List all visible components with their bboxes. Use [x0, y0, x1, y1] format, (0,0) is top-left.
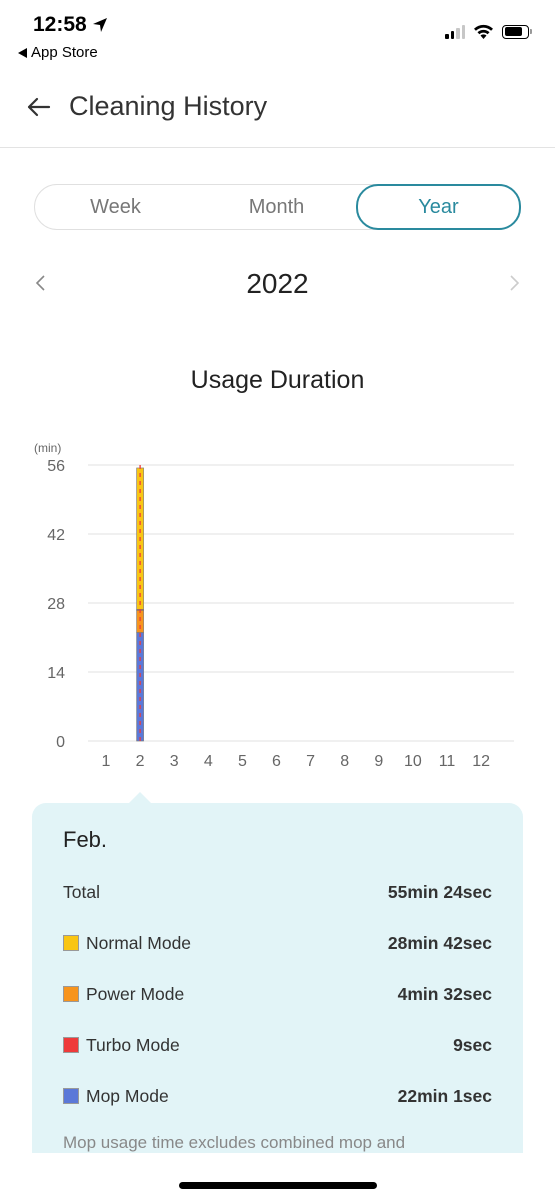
status-bar: 12:58 App Store: [0, 0, 555, 70]
x-tick-label: 10: [404, 753, 422, 770]
tooltip-row-label-group: Power Mode: [63, 984, 184, 1005]
time-text: 12:58: [33, 13, 87, 36]
tab-week[interactable]: Week: [35, 185, 196, 229]
chart-title: Usage Duration: [190, 366, 365, 394]
tab-year[interactable]: Year: [356, 184, 521, 230]
y-tick-label: 14: [47, 665, 65, 682]
status-icons: [445, 24, 532, 39]
period-navigator: 2022: [0, 262, 555, 310]
legend-swatch: [63, 935, 79, 951]
page-title: Cleaning History: [69, 91, 268, 121]
x-tick-label: 12: [472, 753, 490, 770]
chevron-right-icon[interactable]: [509, 272, 521, 294]
x-tick-label: 3: [170, 753, 179, 770]
legend-swatch: [63, 1037, 79, 1053]
usage-duration-chart: (min)0142842561 2 3 4 5 6 7 8 9 10 11 12: [34, 441, 514, 770]
tooltip-row-label-group: Mop Mode: [63, 1086, 169, 1107]
tooltip-row: Mop Mode 22min 1sec: [63, 1083, 492, 1109]
tooltip-row-label-group: Normal Mode: [63, 933, 191, 954]
x-tick-label: 8: [340, 753, 349, 770]
y-tick-label: 42: [47, 527, 65, 544]
tooltip-row-label: Mop Mode: [86, 1085, 169, 1106]
period-label: 2022: [246, 268, 309, 299]
back-triangle-icon: [18, 47, 27, 58]
tooltip-row: Normal Mode 28min 42sec: [63, 930, 492, 956]
tooltip-note: Mop usage time excludes combined mop and: [63, 1133, 406, 1152]
tooltip-row-value: 55min 24sec: [387, 881, 492, 902]
legend-swatch: [63, 986, 79, 1002]
tooltip-row: Power Mode 4min 32sec: [63, 981, 492, 1007]
y-tick-label: 28: [47, 596, 65, 613]
tooltip-row-value: 4min 32sec: [397, 983, 492, 1004]
tooltip-row-label: Normal Mode: [86, 932, 192, 953]
tooltip-row-value: 9sec: [453, 1034, 492, 1055]
x-tick-label: 1: [102, 753, 111, 770]
nav-bar: Cleaning History: [0, 80, 555, 148]
tooltip-pointer: [129, 792, 151, 803]
tooltip-row-label: Power Mode: [86, 983, 185, 1004]
x-tick-label: 7: [306, 753, 315, 770]
wifi-icon: [474, 24, 493, 39]
tooltip-row-value: 28min 42sec: [387, 932, 492, 953]
arrow-left-icon[interactable]: [24, 92, 54, 122]
tooltip-month: Feb.: [63, 827, 108, 852]
y-tick-label: 0: [56, 734, 65, 751]
back-to-app-store-link[interactable]: App Store: [18, 44, 98, 61]
tab-month[interactable]: Month: [196, 185, 357, 229]
battery-icon: [502, 24, 532, 39]
bar-segment-power-mode: [136, 609, 144, 633]
tooltip-row-value: 22min 1sec: [397, 1085, 492, 1106]
tooltip-row-label: Turbo Mode: [86, 1034, 180, 1055]
period-segmented-control: Week Month Year: [34, 184, 521, 230]
legend-swatch: [63, 1088, 79, 1104]
home-indicator: [179, 1182, 377, 1189]
x-tick-label: 6: [272, 753, 281, 770]
x-tick-label: 2: [136, 753, 145, 770]
x-tick-label: 4: [204, 753, 213, 770]
tooltip-row-label-group: Turbo Mode: [63, 1035, 180, 1056]
x-tick-label: 9: [374, 753, 383, 770]
back-app-label: App Store: [31, 44, 98, 61]
x-tick-label: 5: [238, 753, 247, 770]
month-detail-tooltip: Feb. Total 55min 24sec Normal Mode 28min 42…: [32, 792, 523, 1153]
location-arrow-icon: [92, 18, 107, 32]
tooltip-row-label-group: Total: [63, 882, 100, 903]
signal-icon: [445, 24, 465, 39]
tooltip-row: Turbo Mode 9sec: [63, 1032, 492, 1058]
y-axis-unit-label: (min): [34, 441, 61, 455]
x-tick-label: 11: [439, 753, 456, 770]
tooltip-row: Total 55min 24sec: [63, 879, 492, 905]
y-tick-label: 56: [47, 458, 65, 475]
status-time: 12:58: [33, 13, 108, 37]
tooltip-row-label: Total: [63, 881, 100, 902]
